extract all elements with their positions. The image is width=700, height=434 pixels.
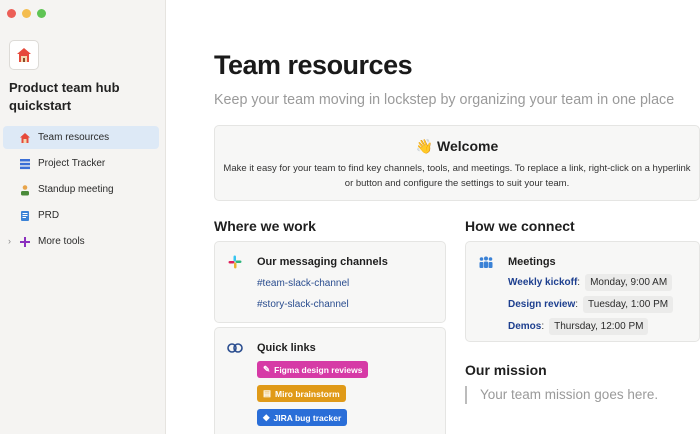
welcome-heading: 👋 Welcome: [215, 138, 699, 155]
house-icon: [19, 132, 31, 144]
slack-channel-link[interactable]: #team-slack-channel: [257, 278, 349, 289]
where-we-work-heading: Where we work: [214, 218, 316, 234]
window-controls: [7, 9, 46, 18]
meeting-row: Demos : Thursday, 12:00 PM: [508, 318, 649, 335]
sidebar-item-label: Team resources: [38, 132, 110, 143]
plus-icon: [19, 236, 31, 248]
meetings-title: Meetings: [508, 256, 556, 268]
sidebar-item-label: PRD: [38, 210, 60, 221]
sidebar-item-project-tracker[interactable]: Project Tracker: [3, 152, 159, 175]
meetings-card: Meetings Weekly kickoff : Monday, 9:00 A…: [465, 241, 700, 342]
meeting-row: Design review : Tuesday, 1:00 PM: [508, 296, 674, 313]
figma-link-button[interactable]: ✎ Figma design reviews: [257, 361, 369, 378]
sidebar: Product team hub quickstart Team resourc…: [0, 0, 166, 434]
link-button-label: Miro brainstorm: [275, 388, 340, 399]
waving-hand-icon: 👋: [415, 138, 434, 154]
meetings-header: Meetings: [478, 254, 556, 270]
how-we-connect-heading: How we connect: [465, 218, 575, 234]
close-window-button[interactable]: [7, 9, 16, 18]
main-content: Team resources Keep your team moving in …: [214, 0, 700, 434]
pencil-icon: ✎: [263, 364, 271, 374]
document-icon: [19, 210, 31, 222]
jira-icon: ◆: [263, 412, 270, 422]
meeting-link[interactable]: Weekly kickoff: [508, 277, 577, 288]
link-button-label: Figma design reviews: [274, 364, 363, 375]
sidebar-item-standup-meeting[interactable]: Standup meeting: [3, 178, 159, 201]
sidebar-item-team-resources[interactable]: Team resources: [3, 126, 159, 149]
meeting-row: Weekly kickoff : Monday, 9:00 AM: [508, 274, 673, 291]
slack-channel-link[interactable]: #story-slack-channel: [257, 299, 349, 310]
list-icon: [19, 158, 31, 170]
sidebar-item-more-tools[interactable]: › More tools: [3, 230, 159, 253]
sidebar-nav: Team resources Project Tracker Standup m…: [3, 126, 159, 256]
meeting-time: Tuesday, 1:00 PM: [583, 296, 674, 313]
sidebar-item-prd[interactable]: PRD: [3, 204, 159, 227]
meeting-time: Thursday, 12:00 PM: [549, 318, 649, 335]
jira-link-button[interactable]: ◆ JIRA bug tracker: [257, 409, 348, 426]
sidebar-item-label: Project Tracker: [38, 158, 106, 169]
messaging-channels-title: Our messaging channels: [257, 256, 388, 268]
miro-link-button[interactable]: ▤ Miro brainstorm: [257, 385, 346, 402]
meeting-link[interactable]: Demos: [508, 321, 541, 332]
maximize-window-button[interactable]: [37, 9, 46, 18]
page-subtitle: Keep your team moving in lockstep by org…: [214, 92, 675, 108]
sidebar-item-label: More tools: [38, 236, 85, 247]
team-icon: [478, 254, 494, 270]
link-icon: [227, 340, 243, 356]
welcome-heading-text: Welcome: [437, 138, 499, 154]
people-icon: [19, 184, 31, 196]
meeting-link[interactable]: Design review: [508, 299, 575, 310]
page-title: Team resources: [214, 50, 413, 80]
minimize-window-button[interactable]: [22, 9, 31, 18]
chevron-right-icon[interactable]: ›: [8, 236, 11, 246]
link-button-label: JIRA bug tracker: [273, 412, 342, 423]
our-mission-heading: Our mission: [465, 362, 547, 378]
welcome-body: Make it easy for your team to find key c…: [223, 163, 691, 189]
quick-links-title: Quick links: [257, 342, 316, 354]
slack-icon: [227, 254, 243, 270]
quick-links-header: Quick links: [227, 340, 316, 356]
workspace-title: Product team hub quickstart: [9, 80, 120, 113]
house-icon[interactable]: [9, 40, 39, 70]
meeting-time: Monday, 9:00 AM: [585, 274, 673, 291]
messaging-channels-header: Our messaging channels: [227, 254, 388, 270]
sidebar-item-label: Standup meeting: [38, 184, 114, 195]
messaging-channels-card: Our messaging channels #team-slack-chann…: [214, 241, 446, 323]
welcome-callout: 👋 Welcome Make it easy for your team to …: [214, 125, 700, 201]
mission-text[interactable]: Your team mission goes here.: [465, 386, 658, 404]
clipboard-icon: ▤: [263, 388, 272, 398]
quick-links-card: Quick links ✎ Figma design reviews ▤ Mir…: [214, 327, 446, 434]
